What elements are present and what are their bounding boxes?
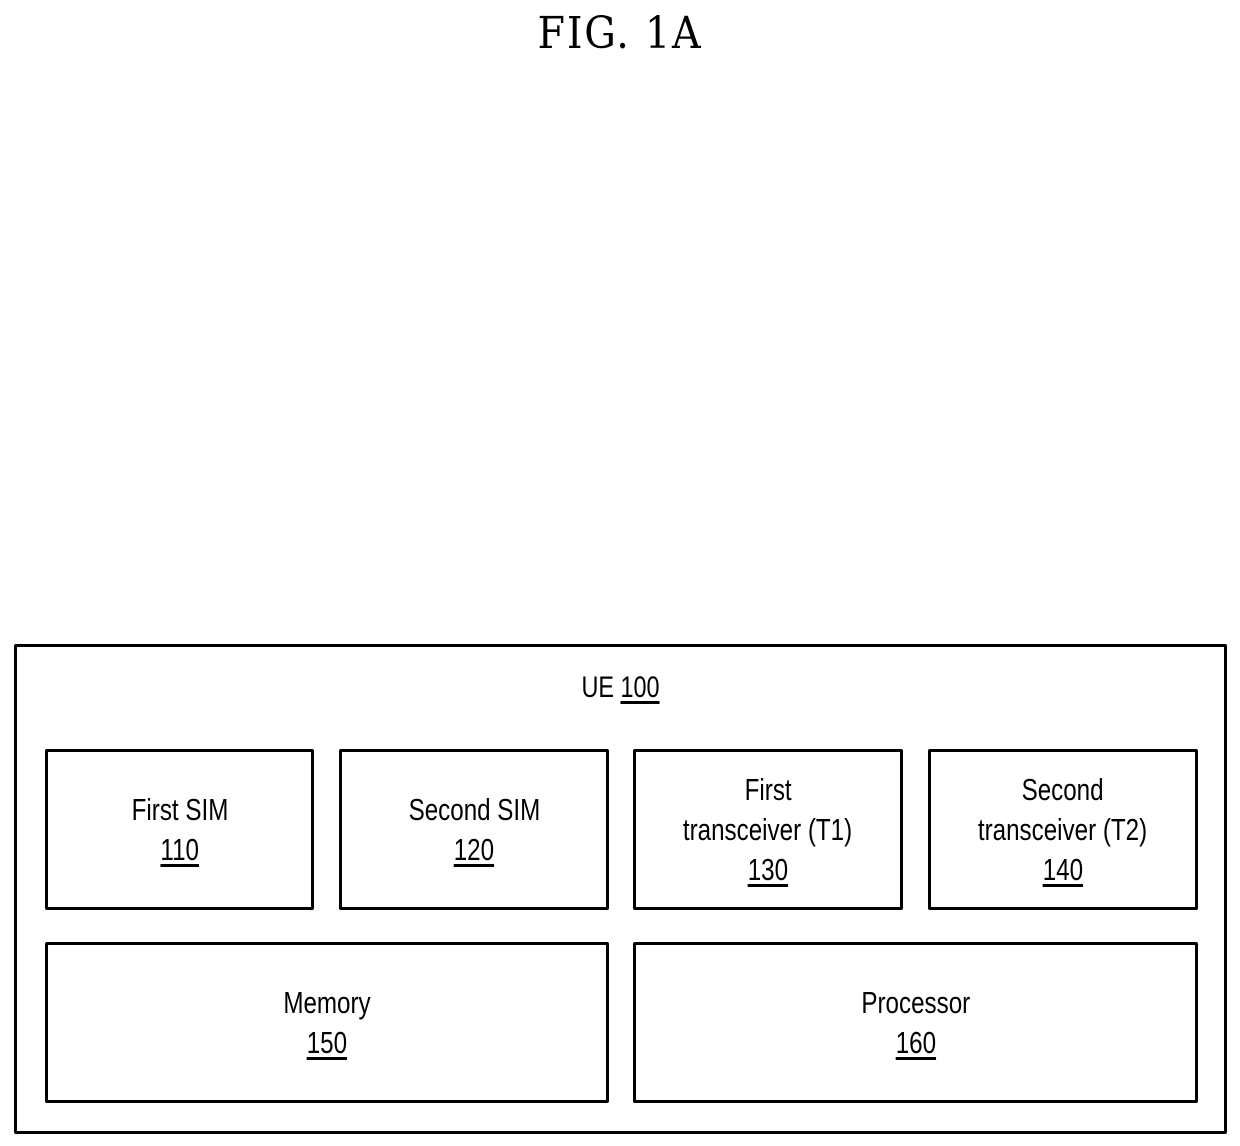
block-label-line-2: transceiver (T1) (683, 811, 853, 847)
block-label: Processor (861, 984, 970, 1020)
second-transceiver-block: Second transceiver (T2) 140 (928, 749, 1198, 910)
second-sim-block: Second SIM 120 (339, 749, 609, 910)
block-ref-number: 150 (306, 1024, 348, 1060)
block-ref-number: 160 (895, 1024, 936, 1060)
first-transceiver-block: First transceiver (T1) 130 (633, 749, 903, 910)
ue-block: UE 100 First SIM 110 Second SIM 120 Firs… (14, 644, 1227, 1134)
block-ref-number: 110 (160, 831, 199, 867)
figure-title: FIG. 1A (537, 8, 703, 59)
block-label: Second SIM (408, 791, 540, 827)
ue-label: UE 100 (150, 671, 1091, 705)
block-label: Memory (283, 984, 371, 1020)
ue-ref-number: 100 (620, 671, 660, 704)
block-label-line-1: Second (1021, 771, 1104, 807)
block-label-line-2: transceiver (T2) (978, 811, 1148, 847)
memory-block: Memory 150 (45, 942, 609, 1103)
block-ref-number: 120 (453, 831, 495, 867)
block-ref-number: 130 (747, 851, 789, 887)
ue-label-text: UE (581, 671, 614, 704)
block-ref-number: 140 (1042, 851, 1084, 887)
block-label-line-1: First (744, 771, 792, 807)
block-label: First SIM (131, 791, 228, 827)
processor-block: Processor 160 (633, 942, 1198, 1103)
first-sim-block: First SIM 110 (45, 749, 314, 910)
